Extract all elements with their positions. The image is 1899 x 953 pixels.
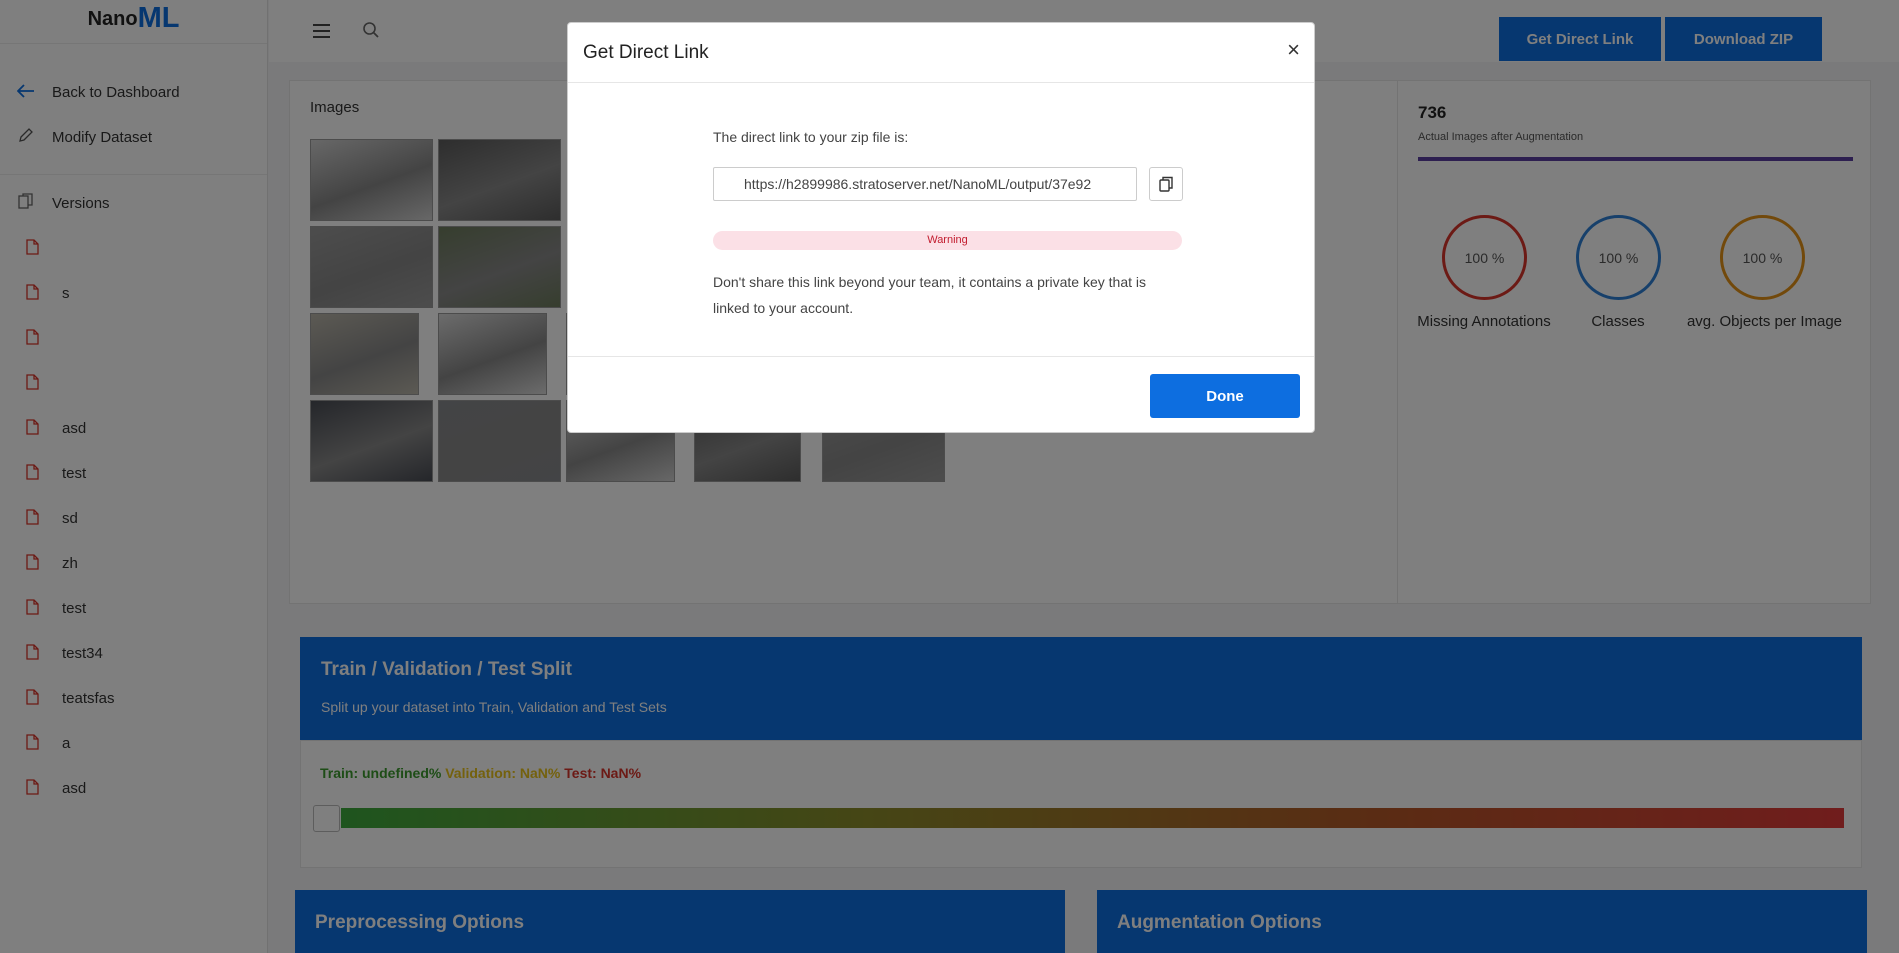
warning-text: Don't share this link beyond your team, … xyxy=(713,274,1147,316)
modal-header: Get Direct Link × xyxy=(568,23,1314,83)
warning-badge: Warning xyxy=(713,231,1182,250)
copy-link-button[interactable] xyxy=(1149,167,1183,201)
copy-icon xyxy=(1159,176,1173,192)
modal-title: Get Direct Link xyxy=(583,42,709,63)
direct-link-input[interactable] xyxy=(713,167,1137,201)
close-icon[interactable]: × xyxy=(1287,37,1300,63)
done-button[interactable]: Done xyxy=(1150,374,1300,418)
modal-body: The direct link to your zip file is: War… xyxy=(568,83,1314,357)
link-intro-text: The direct link to your zip file is: xyxy=(713,129,909,145)
direct-link-modal: Get Direct Link × The direct link to you… xyxy=(567,22,1315,433)
